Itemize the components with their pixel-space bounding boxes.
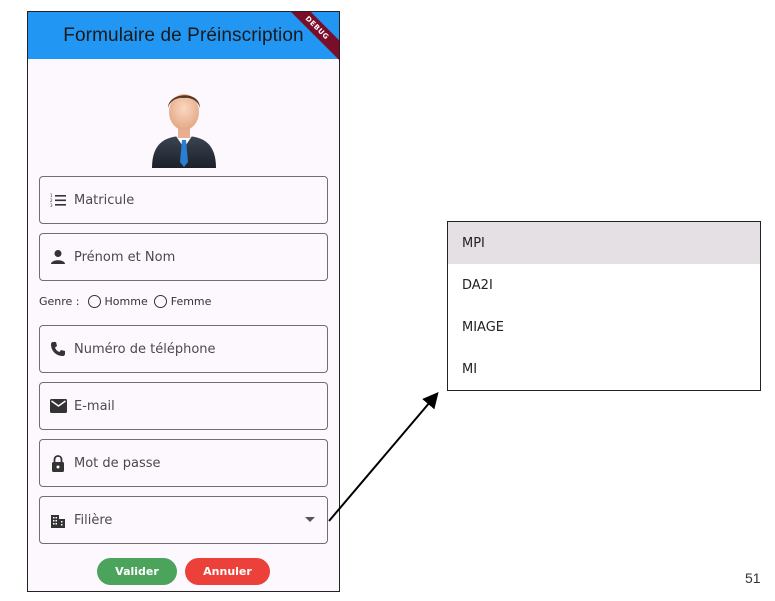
svg-text:3: 3 (50, 203, 53, 207)
genre-group: Genre : Homme Femme (39, 295, 211, 308)
mail-icon (49, 397, 67, 415)
dropdown-option-da2i[interactable]: DA2I (448, 264, 760, 306)
dropdown-option-mpi[interactable]: MPI (448, 222, 760, 264)
dropdown-option-mi[interactable]: MI (448, 348, 760, 390)
password-label: Mot de passe (74, 455, 161, 471)
lock-icon (49, 454, 67, 472)
radio-homme-label: Homme (104, 295, 148, 308)
genre-label: Genre : (39, 295, 80, 308)
name-field[interactable]: Prénom et Nom (39, 233, 328, 281)
phone-field[interactable]: Numéro de téléphone (39, 325, 328, 373)
radio-femme[interactable] (153, 295, 167, 308)
filiere-label: Filière (74, 512, 113, 528)
app-title: Formulaire de Préinscription (63, 24, 304, 46)
radio-femme-label: Femme (170, 295, 212, 308)
phone-screen: Formulaire de Préinscription DEBUG 1 2 3 (27, 11, 340, 592)
phone-icon (49, 340, 67, 358)
dropdown-menu: MPI DA2I MIAGE MI (447, 221, 761, 391)
filiere-dropdown[interactable]: Filière (39, 496, 328, 544)
matricule-label: Matricule (74, 192, 135, 208)
email-label: E-mail (74, 398, 115, 414)
matricule-field[interactable]: 1 2 3 Matricule (39, 176, 328, 224)
submit-button[interactable]: Valider (97, 558, 177, 585)
app-bar: Formulaire de Préinscription (28, 12, 339, 59)
dropdown-arrow-icon (305, 517, 315, 522)
name-label: Prénom et Nom (74, 249, 176, 265)
radio-homme[interactable] (87, 295, 101, 308)
person-icon (49, 248, 67, 266)
password-field[interactable]: Mot de passe (39, 439, 328, 487)
user-avatar-icon (152, 94, 216, 168)
building-icon (49, 511, 67, 529)
phone-label: Numéro de téléphone (74, 341, 216, 357)
page-number: 51 (745, 570, 761, 586)
dropdown-option-miage[interactable]: MIAGE (448, 306, 760, 348)
email-field[interactable]: E-mail (39, 382, 328, 430)
cancel-button[interactable]: Annuler (185, 558, 270, 585)
numbered-list-icon: 1 2 3 (49, 191, 67, 209)
